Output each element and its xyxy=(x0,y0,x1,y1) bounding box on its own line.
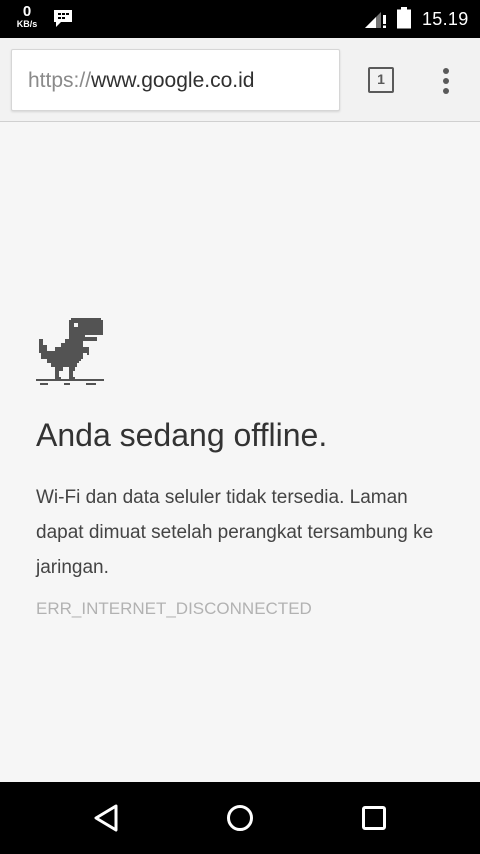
url-host: www.google.co.id xyxy=(91,69,255,92)
battery-icon xyxy=(396,7,412,34)
url-scheme: https:// xyxy=(28,69,92,92)
back-triangle-icon xyxy=(94,804,118,832)
system-navigation-bar xyxy=(0,782,480,854)
network-speed-indicator: 0 KB/s xyxy=(12,4,42,29)
overflow-menu-button[interactable] xyxy=(424,56,468,104)
menu-dot-icon xyxy=(443,78,449,84)
browser-toolbar: https://www.google.co.id 1 xyxy=(0,38,480,122)
recents-button[interactable] xyxy=(350,794,398,842)
error-page: Anda sedang offline. Wi-Fi dan data selu… xyxy=(0,123,480,782)
error-title: Anda sedang offline. xyxy=(36,417,328,453)
status-bar: 0 KB/s 15.19 xyxy=(0,0,480,38)
offline-dino-icon xyxy=(36,318,104,391)
back-button[interactable] xyxy=(84,794,132,842)
home-circle-icon xyxy=(227,805,253,831)
network-speed-unit: KB/s xyxy=(16,19,38,29)
network-speed-value: 0 xyxy=(22,3,32,20)
tab-switcher-button[interactable]: 1 xyxy=(356,56,406,104)
signal-no-service-icon xyxy=(364,9,388,34)
error-message: Wi-Fi dan data seluler tidak tersedia. L… xyxy=(36,487,434,578)
tab-count: 1 xyxy=(368,67,394,93)
recents-square-icon xyxy=(362,806,386,830)
error-code: ERR_INTERNET_DISCONNECTED xyxy=(36,599,312,618)
omnibox[interactable]: https://www.google.co.id xyxy=(11,49,340,111)
url-text[interactable]: https://www.google.co.id xyxy=(28,69,254,93)
menu-dot-icon xyxy=(443,68,449,74)
status-clock: 15.19 xyxy=(422,9,469,29)
home-button[interactable] xyxy=(216,794,264,842)
bbm-icon xyxy=(52,9,74,34)
menu-dot-icon xyxy=(443,88,449,94)
